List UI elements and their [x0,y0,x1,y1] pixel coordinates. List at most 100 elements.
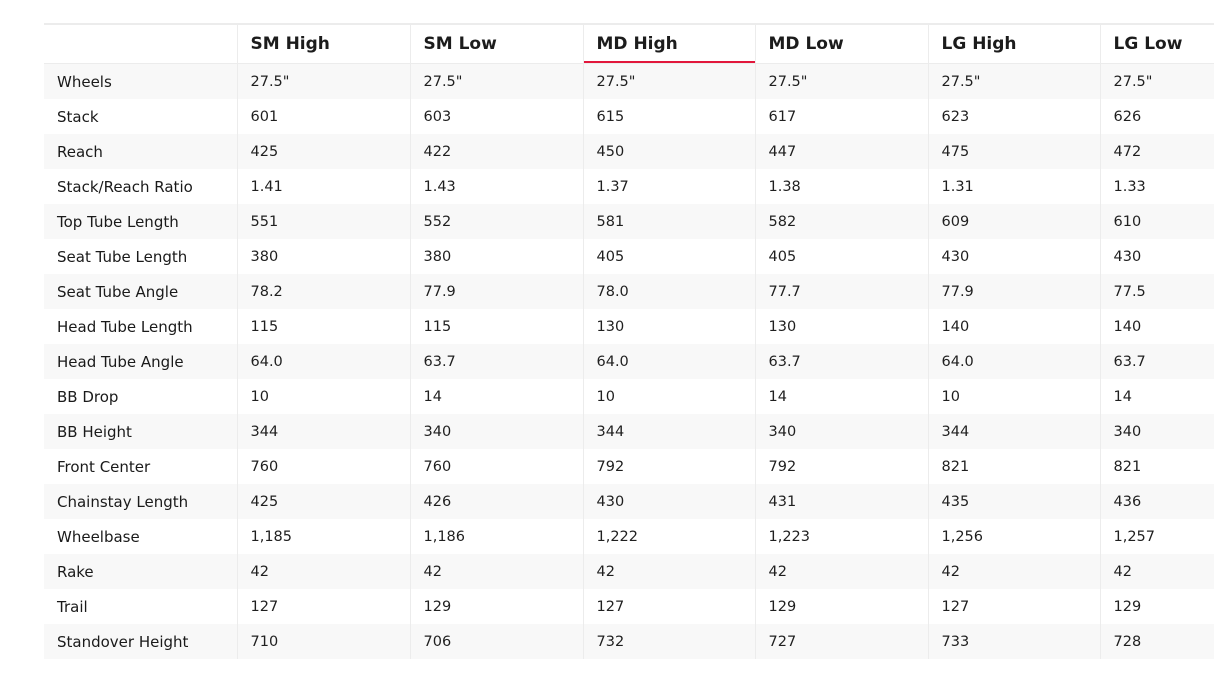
table-cell: 77.9 [409,274,583,309]
table-row: Front Center 760 760 792 792 821 821 [44,449,1214,484]
table-cell: 10 [236,379,410,414]
row-label: Head Tube Length [44,309,237,344]
table-cell: 129 [1099,589,1214,624]
table-cell: 344 [236,414,410,449]
table-cell: 792 [582,449,755,484]
table-body: Wheels 27.5" 27.5" 27.5" 27.5" 27.5" 27.5" Stac… [44,63,1214,659]
row-label: Seat Tube Length [44,239,237,274]
table-cell: 450 [582,134,755,169]
table-cell: 430 [582,484,755,519]
table-cell: 27.5" [236,63,410,99]
table-cell: 42 [236,554,410,589]
table-cell: 405 [582,239,755,274]
table-row: Seat Tube Length 380 380 405 405 430 430 [44,239,1214,274]
table-cell: 14 [409,379,583,414]
table-cell: 425 [236,134,410,169]
column-header-md-low[interactable]: MD Low [754,23,928,64]
table-row: Chainstay Length 425 426 430 431 435 436 [44,484,1214,519]
table-cell: 42 [582,554,755,589]
table-cell: 710 [236,624,410,659]
table-cell: 430 [1099,239,1214,274]
table-cell: 380 [409,239,583,274]
table-row: BB Height 344 340 344 340 344 340 [44,414,1214,449]
geometry-table: SM High SM Low MD High MD Low LG High LG… [44,23,1214,659]
column-header-lg-low[interactable]: LG Low [1099,23,1214,64]
row-label: Chainstay Length [44,484,237,519]
table-cell: 127 [236,589,410,624]
table-cell: 64.0 [927,344,1100,379]
table-cell: 129 [409,589,583,624]
row-label: Stack [44,99,237,134]
table-cell: 733 [927,624,1100,659]
table-cell: 610 [1099,204,1214,239]
column-header-lg-high[interactable]: LG High [927,23,1100,64]
table-cell: 77.9 [927,274,1100,309]
table-cell: 626 [1099,99,1214,134]
row-label: Wheelbase [44,519,237,554]
table-row: Wheels 27.5" 27.5" 27.5" 27.5" 27.5" 27.5" [44,63,1214,99]
table-cell: 27.5" [582,63,755,99]
table-cell: 582 [754,204,928,239]
column-header-md-high[interactable]: MD High [582,23,755,64]
table-cell: 115 [409,309,583,344]
table-cell: 1.37 [582,169,755,204]
row-label: Trail [44,589,237,624]
table-cell: 706 [409,624,583,659]
row-label: BB Height [44,414,237,449]
table-cell: 130 [754,309,928,344]
table-row: Top Tube Length 551 552 581 582 609 610 [44,204,1214,239]
table-cell: 821 [927,449,1100,484]
table-cell: 552 [409,204,583,239]
table-cell: 1.31 [927,169,1100,204]
table-cell: 1.33 [1099,169,1214,204]
table-row: Stack/Reach Ratio 1.41 1.43 1.37 1.38 1.31 1.3… [44,169,1214,204]
table-cell: 425 [236,484,410,519]
table-cell: 115 [236,309,410,344]
table-cell: 431 [754,484,928,519]
table-cell: 27.5" [754,63,928,99]
table-cell: 1,186 [409,519,583,554]
table-cell: 422 [409,134,583,169]
table-cell: 405 [754,239,928,274]
table-cell: 344 [582,414,755,449]
table-cell: 1,256 [927,519,1100,554]
table-cell: 140 [1099,309,1214,344]
table-cell: 475 [927,134,1100,169]
table-cell: 380 [236,239,410,274]
table-cell: 14 [754,379,928,414]
table-cell: 27.5" [927,63,1100,99]
row-label: Seat Tube Angle [44,274,237,309]
table-row: Standover Height 710 706 732 727 733 728 [44,624,1214,659]
row-label: BB Drop [44,379,237,414]
table-cell: 1,257 [1099,519,1214,554]
table-cell: 14 [1099,379,1214,414]
table-cell: 821 [1099,449,1214,484]
row-label: Wheels [44,63,237,99]
table-cell: 10 [582,379,755,414]
table-cell: 447 [754,134,928,169]
table-cell: 430 [927,239,1100,274]
header-corner [44,23,237,64]
table-cell: 127 [927,589,1100,624]
table-cell: 1,223 [754,519,928,554]
table-cell: 10 [927,379,1100,414]
table-cell: 77.7 [754,274,928,309]
table-cell: 623 [927,99,1100,134]
table-cell: 1.38 [754,169,928,204]
table-cell: 42 [1099,554,1214,589]
table-cell: 603 [409,99,583,134]
column-header-sm-high[interactable]: SM High [236,23,410,64]
row-label: Top Tube Length [44,204,237,239]
table-cell: 426 [409,484,583,519]
table-cell: 727 [754,624,928,659]
row-label: Rake [44,554,237,589]
table-row: Head Tube Angle 64.0 63.7 64.0 63.7 64.0 63.7 [44,344,1214,379]
table-cell: 340 [1099,414,1214,449]
row-label: Front Center [44,449,237,484]
table-cell: 1,185 [236,519,410,554]
column-header-sm-low[interactable]: SM Low [409,23,583,64]
table-cell: 27.5" [1099,63,1214,99]
table-cell: 1,222 [582,519,755,554]
table-cell: 27.5" [409,63,583,99]
table-cell: 127 [582,589,755,624]
